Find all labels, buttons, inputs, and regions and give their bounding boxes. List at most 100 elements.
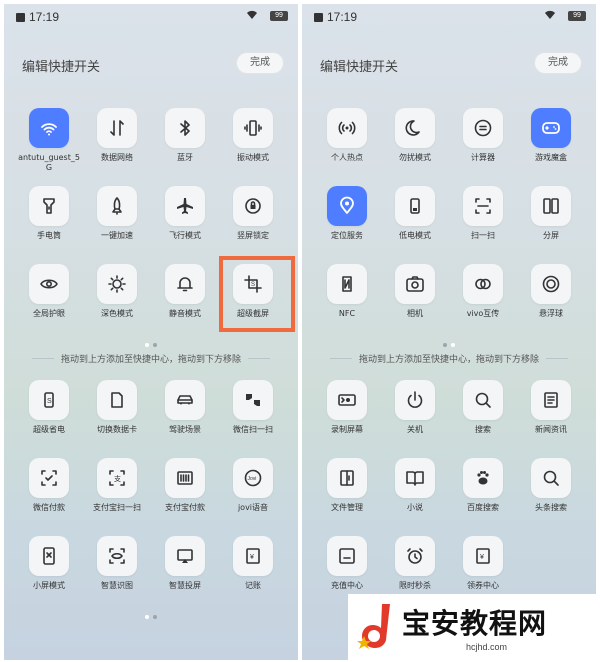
tile-label: 计算器 [471, 153, 495, 162]
quick-toggle-tile[interactable]: vivo互传 [451, 264, 515, 334]
highlight-box [219, 256, 295, 332]
tile-label: 记账 [245, 581, 261, 590]
available-toggle-tile[interactable]: 百度搜索 [451, 458, 515, 528]
quick-toggle-tile[interactable]: antutu_guest_5G [17, 108, 81, 178]
quick-toggle-tile[interactable]: 手电筒 [17, 186, 81, 256]
status-bar: 17:19 99 [302, 4, 596, 30]
tile-label: 扫一扫 [471, 231, 495, 240]
tile-label: 搜索 [475, 425, 491, 434]
tile-label: 悬浮球 [539, 309, 563, 318]
watermark: 宝安教程网 hcjhd.com [348, 594, 600, 662]
available-toggle-tile[interactable]: 智慧识图 [85, 536, 149, 606]
quick-toggle-tile[interactable]: 蓝牙 [153, 108, 217, 178]
vivo-share-icon [463, 264, 503, 304]
left-phone-screen: 17:19 99 编辑快捷开关 完成 antutu_guest_5G 数据网络 蓝牙… [4, 4, 298, 660]
tile-label: 勿扰模式 [399, 153, 431, 162]
quick-toggle-tile[interactable]: 相机 [383, 264, 447, 334]
quick-toggle-tile[interactable]: 悬浮球 [519, 264, 583, 334]
available-toggle-tile[interactable]: 微信付款 [17, 458, 81, 528]
quick-toggle-tile[interactable]: 深色模式 [85, 264, 149, 334]
tile-label: jovi语音 [237, 503, 269, 512]
available-toggle-tile[interactable]: 头条搜索 [519, 458, 583, 528]
available-toggle-tile[interactable]: 驾驶场景 [153, 380, 217, 450]
available-toggle-tile[interactable]: 录制屏幕 [315, 380, 379, 450]
tile-label: 新闻资讯 [535, 425, 567, 434]
split-screen-icon [531, 186, 571, 226]
watermark-text: 宝安教程网 [402, 607, 548, 640]
available-toggle-tile[interactable]: Jovi jovi语音 [221, 458, 285, 528]
search-icon [531, 458, 571, 498]
quick-toggle-tile[interactable]: 数据网络 [85, 108, 149, 178]
tile-label: 微信付款 [33, 503, 65, 512]
quick-toggle-tile[interactable]: 扫一扫 [451, 186, 515, 256]
tile-label: 游戏魔盒 [535, 153, 567, 162]
quick-toggle-tile[interactable]: 分屏 [519, 186, 583, 256]
tile-label: 智慧识图 [101, 581, 133, 590]
page-title: 编辑快捷开关 [22, 60, 101, 75]
quick-toggle-tile[interactable]: 计算器 [451, 108, 515, 178]
data-network-icon [97, 108, 137, 148]
available-toggle-tile[interactable]: 切换数据卡 [85, 380, 149, 450]
barcode-icon [165, 458, 205, 498]
bluetooth-icon [165, 108, 205, 148]
tile-label: 全局护眼 [33, 309, 65, 318]
quick-toggle-tile[interactable]: 低电模式 [383, 186, 447, 256]
quick-toggle-tile[interactable]: 个人热点 [315, 108, 379, 178]
drag-hint-text: 拖动到上方添加至快捷中心，拖动到下方移除 [358, 355, 539, 365]
svg-text:支: 支 [114, 474, 121, 483]
available-toggle-tile[interactable]: 支支付宝扫一扫 [85, 458, 149, 528]
drag-hint-text: 拖动到上方添加至快捷中心，拖动到下方移除 [60, 355, 241, 365]
coupon-icon: ¥ [463, 536, 503, 576]
quick-toggle-tile[interactable]: 振动模式 [221, 108, 285, 178]
tile-label: NFC [338, 309, 356, 318]
small-screen-icon [29, 536, 69, 576]
power-saving-icon: S [29, 380, 69, 420]
available-toggle-tile[interactable]: S 超级省电 [17, 380, 81, 450]
available-toggle-tile[interactable]: 支付宝付款 [153, 458, 217, 528]
done-button[interactable]: 完成 [534, 52, 582, 74]
tile-label: 相机 [407, 309, 423, 318]
available-toggle-tile[interactable]: 智慧投屏 [153, 536, 217, 606]
quick-toggle-tile[interactable]: 勿扰模式 [383, 108, 447, 178]
quick-toggle-tile[interactable]: 静音模式 [153, 264, 217, 334]
book-icon [395, 458, 435, 498]
available-toggle-tile[interactable]: ¥ 记账 [221, 536, 285, 606]
svg-text:S: S [47, 398, 52, 405]
sim-card-icon [97, 380, 137, 420]
quick-toggle-tile[interactable]: 一键加速 [85, 186, 149, 256]
available-toggle-tile[interactable]: 关机 [383, 380, 447, 450]
right-phone-screen: 17:19 99 编辑快捷开关 完成 个人热点 勿扰模式 计算器 游戏魔盒 定位服务 低电… [302, 4, 596, 660]
hotspot-icon [327, 108, 367, 148]
location-icon [327, 186, 367, 226]
battery-icon: 99 [568, 11, 586, 21]
available-toggle-tile[interactable]: 搜索 [451, 380, 515, 450]
nfc-icon [327, 264, 367, 304]
quick-toggle-tile[interactable]: 全局护眼 [17, 264, 81, 334]
tile-label: 支付宝付款 [165, 503, 205, 512]
search-icon [463, 380, 503, 420]
alipay-scan-icon: 支 [97, 458, 137, 498]
tile-label: 深色模式 [101, 309, 133, 318]
airplane-icon [165, 186, 205, 226]
time-text: 17:19 [29, 10, 60, 24]
done-button[interactable]: 完成 [236, 52, 284, 74]
quick-toggle-tile[interactable]: 竖屏锁定 [221, 186, 285, 256]
quick-toggle-tile[interactable]: 定位服务 [315, 186, 379, 256]
available-toggle-tile[interactable]: 小屏模式 [17, 536, 81, 606]
available-toggle-tile[interactable]: 小说 [383, 458, 447, 528]
page-indicator [302, 332, 596, 347]
smart-recognition-icon [97, 536, 137, 576]
quick-toggle-tile[interactable]: 飞行模式 [153, 186, 217, 256]
tile-label: 静音模式 [169, 309, 201, 318]
available-toggle-tile[interactable]: 微信扫一扫 [221, 380, 285, 450]
tile-label: 百度搜索 [467, 503, 499, 512]
tile-label: 低电模式 [399, 231, 431, 240]
quick-toggle-tile[interactable]: NFC [315, 264, 379, 334]
tile-label: 限时秒杀 [399, 581, 431, 590]
quick-toggle-tile[interactable]: 游戏魔盒 [519, 108, 583, 178]
floating-ball-icon [531, 264, 571, 304]
tile-label: 头条搜索 [535, 503, 567, 512]
power-icon [395, 380, 435, 420]
available-toggle-tile[interactable]: 文件管理 [315, 458, 379, 528]
available-toggle-tile[interactable]: 新闻资讯 [519, 380, 583, 450]
